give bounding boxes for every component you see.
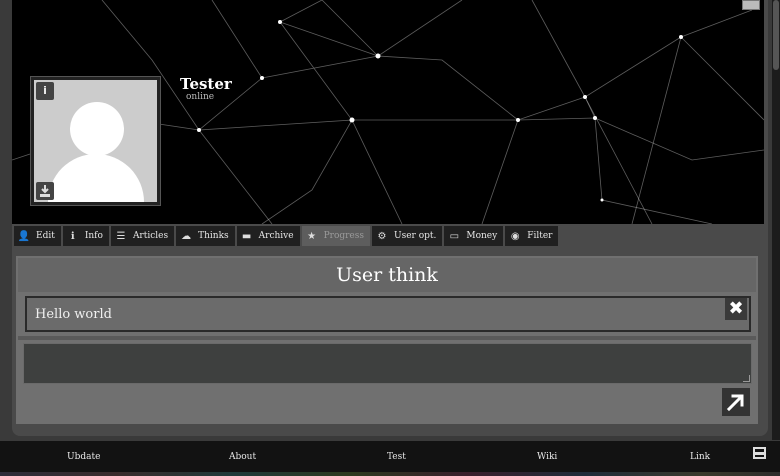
credit-card-icon: ▭ — [449, 230, 460, 242]
change-banner-icon[interactable] — [742, 0, 760, 10]
folder-icon: ▬ — [241, 230, 252, 242]
download-icon[interactable] — [36, 182, 54, 200]
user-name: Tester — [180, 75, 232, 93]
tab-label: Money — [466, 231, 498, 241]
tab-thinks[interactable]: ☁ Thinks — [176, 226, 235, 246]
list-icon: ☰ — [116, 230, 126, 242]
eye-slash-icon: ◉ — [510, 230, 520, 242]
user-status: online — [186, 92, 215, 102]
tab-label: Filter — [527, 231, 553, 241]
profile-tabs: 👤 Edit ℹ Info ☰ Articles ☁ Thinks ▬ Archive ★… — [14, 226, 559, 246]
tab-label: Archive — [258, 231, 294, 241]
tab-label: User opt. — [394, 231, 437, 241]
scrollbar-thumb[interactable] — [773, 0, 779, 70]
tab-money[interactable]: ▭ Money — [444, 226, 504, 246]
think-text: Hello world — [35, 307, 112, 322]
scrollbar[interactable] — [772, 0, 780, 440]
tab-progress[interactable]: ★ Progress — [301, 226, 370, 246]
tab-user-options[interactable]: ⚙ User opt. — [372, 226, 443, 246]
star-icon: ★ — [307, 230, 317, 242]
avatar-body — [48, 154, 144, 202]
arrow-up-right-icon — [726, 394, 744, 412]
tab-label: Progress — [323, 231, 364, 241]
send-think-button[interactable] — [722, 388, 750, 416]
profile-page: i Tester online 👤 Edit ℹ Info ☰ Articles ☁ T… — [0, 0, 780, 476]
think-input[interactable] — [23, 343, 752, 384]
think-item: Hello world ✖ — [25, 296, 751, 332]
footer-link-test[interactable]: Test — [387, 452, 406, 462]
tab-articles[interactable]: ☰ Articles — [110, 226, 175, 246]
gears-icon: ⚙ — [377, 230, 387, 242]
avatar: i — [31, 77, 160, 205]
window-icon[interactable] — [753, 447, 766, 459]
resize-handle-icon[interactable] — [743, 375, 750, 382]
cloud-icon: ☁ — [181, 230, 192, 242]
user-think-panel: User think Hello world ✖ — [16, 256, 758, 424]
tab-edit[interactable]: 👤 Edit — [14, 226, 61, 246]
footer-link-link[interactable]: Link — [690, 452, 710, 462]
tab-filter[interactable]: ◉ Filter — [505, 226, 559, 246]
tab-label: Articles — [132, 231, 169, 241]
footer-bar: Ubdate About Test Wiki Link — [0, 441, 780, 476]
footer-link-about[interactable]: About — [229, 452, 256, 462]
delete-think-button[interactable]: ✖ — [725, 298, 747, 320]
info-icon: ℹ — [70, 230, 75, 242]
footer-link-wiki[interactable]: Wiki — [537, 452, 557, 462]
footer-strip — [0, 472, 780, 476]
tab-label: Thinks — [198, 231, 229, 241]
divider — [18, 336, 756, 340]
tab-archive[interactable]: ▬ Archive — [236, 226, 300, 246]
tab-label: Edit — [36, 231, 55, 241]
user-icon: 👤 — [17, 230, 31, 242]
avatar-head — [70, 102, 124, 156]
panel-title: User think — [18, 258, 756, 292]
info-icon[interactable]: i — [36, 82, 54, 100]
tab-info[interactable]: ℹ Info — [62, 226, 109, 246]
footer-link-ubdate[interactable]: Ubdate — [67, 452, 100, 462]
tab-label: Info — [84, 231, 103, 241]
